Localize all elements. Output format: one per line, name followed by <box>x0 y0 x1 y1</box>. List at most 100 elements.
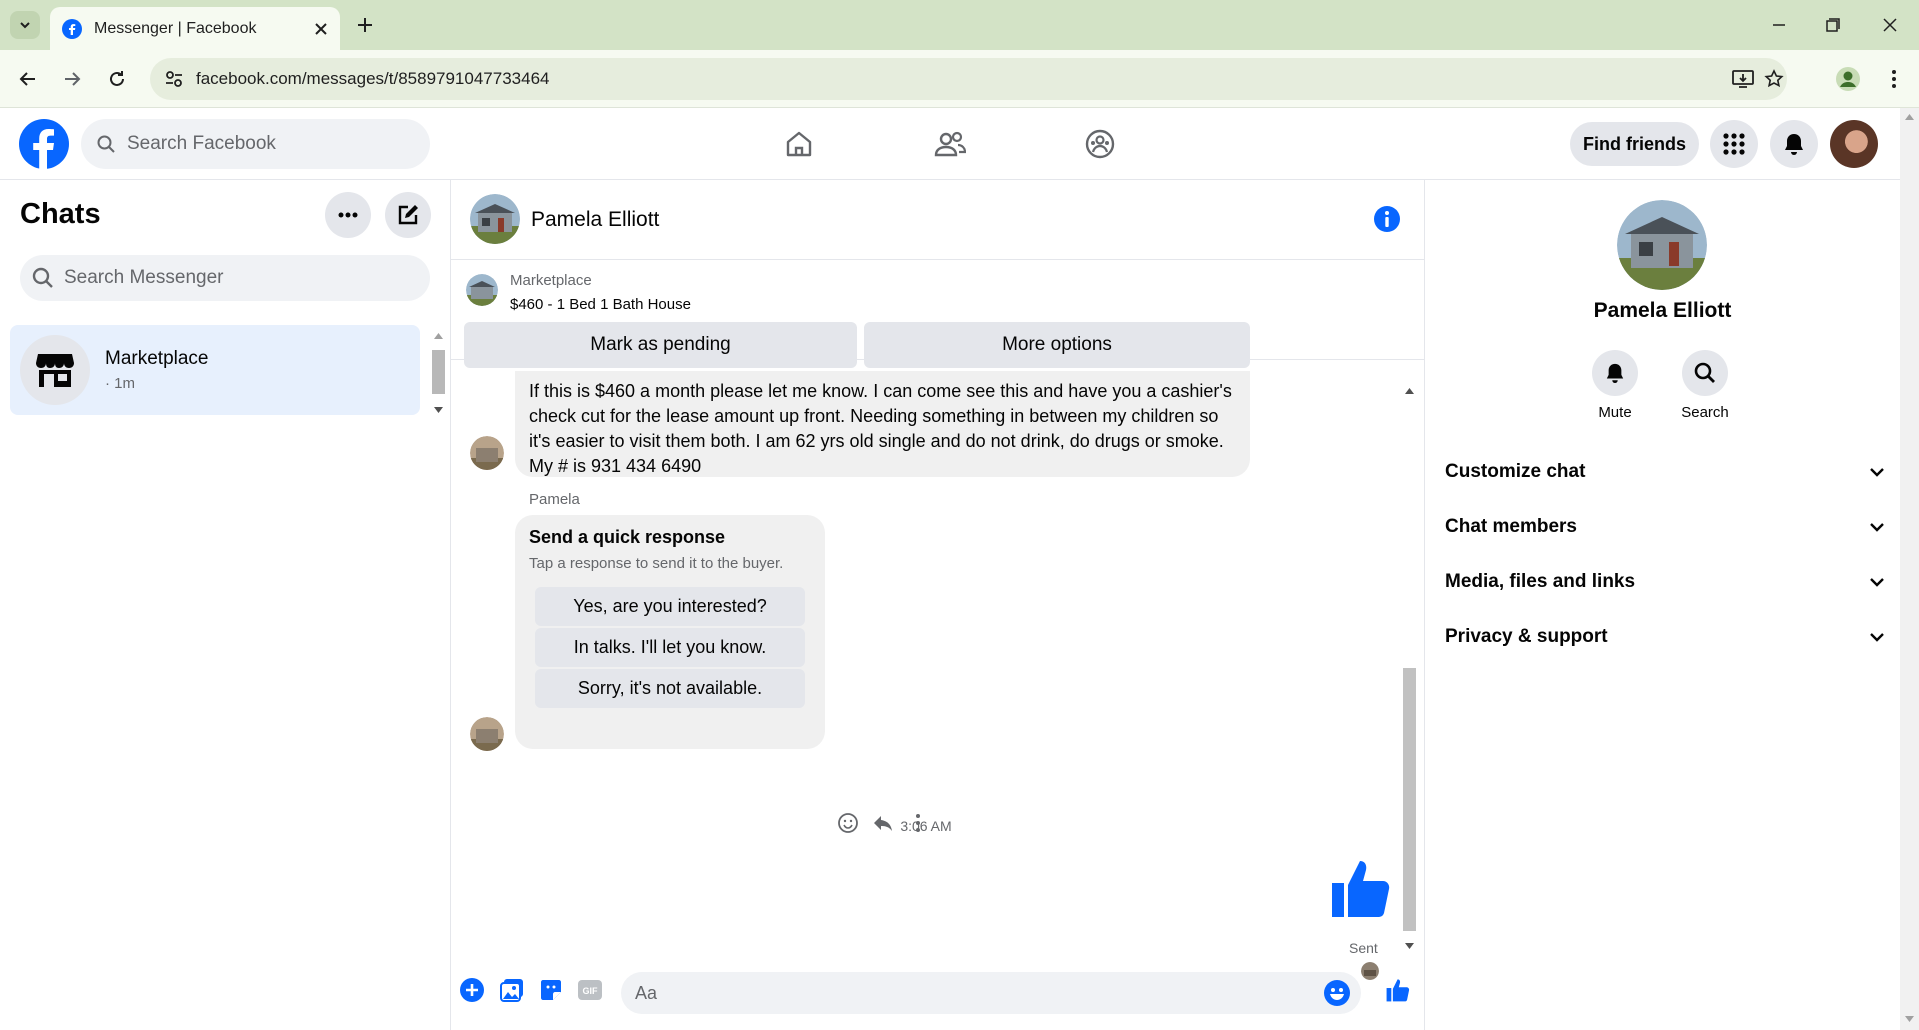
facebook-search-input[interactable]: Search Facebook <box>81 119 430 169</box>
sender-name: Pamela <box>529 491 580 508</box>
scroll-up-arrow-icon[interactable] <box>1405 388 1414 394</box>
tab-search-button[interactable] <box>10 11 40 39</box>
conversation-info-panel: Pamela Elliott Mute Search Customize cha… <box>1425 180 1900 1030</box>
restore-button[interactable] <box>1820 12 1846 38</box>
chats-title: Chats <box>20 198 101 230</box>
chats-scrollbar-thumb[interactable] <box>432 350 445 394</box>
browser-tab[interactable]: Messenger | Facebook <box>50 7 340 50</box>
mute-action[interactable]: Mute <box>1575 350 1655 421</box>
message-list: If this is $460 a month please let me kn… <box>451 371 1425 951</box>
contact-profile-avatar[interactable] <box>1617 200 1707 290</box>
info-icon[interactable] <box>1373 205 1401 233</box>
chats-scrollbar[interactable] <box>430 330 447 418</box>
close-tab-icon[interactable] <box>314 22 328 36</box>
menu-button[interactable] <box>1710 120 1758 168</box>
listing-title[interactable]: $460 - 1 Bed 1 Bath House <box>510 296 691 313</box>
chats-panel: Chats Search Messenger Marketplace · 1m <box>0 180 451 1030</box>
more-actions-button[interactable] <box>458 976 486 1004</box>
bookmark-star-icon[interactable] <box>1764 69 1784 89</box>
section-label: Customize chat <box>1445 461 1586 482</box>
chat-item-marketplace[interactable]: Marketplace · 1m <box>10 325 420 415</box>
section-label: Chat members <box>1445 516 1577 537</box>
thumbs-up-sent-icon[interactable] <box>1328 855 1394 921</box>
search-action[interactable]: Search <box>1665 350 1745 421</box>
forward-button[interactable] <box>58 65 86 93</box>
facebook-header: Search Facebook Find friends <box>0 108 1900 180</box>
search-in-conversation-button[interactable] <box>1682 350 1728 396</box>
close-window-button[interactable] <box>1877 12 1903 38</box>
quick-response-card: Send a quick response Tap a response to … <box>515 515 825 749</box>
friends-icon <box>934 131 966 157</box>
quick-response-option[interactable]: Yes, are you interested? <box>535 587 805 626</box>
conversation-scrollbar[interactable] <box>1401 383 1418 955</box>
scroll-down-arrow-icon[interactable] <box>434 407 443 413</box>
quick-response-option[interactable]: Sorry, it's not available. <box>535 669 805 708</box>
kebab-menu-icon <box>1892 70 1896 88</box>
quick-response-option[interactable]: In talks. I'll let you know. <box>535 628 805 667</box>
groups-nav[interactable] <box>1080 124 1120 164</box>
chevron-down-icon <box>20 22 30 29</box>
new-message-button[interactable] <box>385 192 431 238</box>
contact-avatar[interactable] <box>470 194 520 244</box>
attach-photo-button[interactable] <box>498 976 526 1004</box>
media-files-links-row[interactable]: Media, files and links <box>1445 562 1885 602</box>
address-bar[interactable]: facebook.com/messages/t/8589791047733464 <box>150 58 1787 100</box>
scroll-down-arrow-icon[interactable] <box>1405 943 1414 949</box>
sticker-button[interactable] <box>537 976 565 1004</box>
profile-button[interactable] <box>1834 65 1862 93</box>
send-like-button[interactable] <box>1384 976 1412 1004</box>
browser-menu-button[interactable] <box>1880 65 1908 93</box>
mute-button[interactable] <box>1592 350 1638 396</box>
conversation-panel: Pamela Elliott Marketplace $460 - 1 Bed … <box>451 180 1425 1030</box>
page-scrollbar[interactable] <box>1900 108 1919 1030</box>
reload-button[interactable] <box>103 65 131 93</box>
facebook-search-placeholder: Search Facebook <box>127 133 276 154</box>
plus-icon <box>358 18 372 32</box>
friends-nav[interactable] <box>930 124 970 164</box>
mark-as-pending-button[interactable]: Mark as pending <box>464 322 857 368</box>
section-label: Privacy & support <box>1445 626 1608 647</box>
home-icon <box>786 131 812 157</box>
thumbs-up-icon <box>1386 979 1410 1002</box>
install-app-icon[interactable] <box>1732 69 1754 89</box>
site-settings-icon[interactable] <box>164 69 184 89</box>
conversation-scrollbar-thumb[interactable] <box>1403 668 1416 931</box>
minimize-button[interactable] <box>1766 12 1792 38</box>
scroll-up-arrow-icon[interactable] <box>1905 114 1914 120</box>
facebook-favicon-icon <box>62 18 82 39</box>
gif-icon: GIF <box>578 980 602 1000</box>
chat-item-time: · 1m <box>105 375 135 392</box>
back-button[interactable] <box>14 65 42 93</box>
customize-chat-row[interactable]: Customize chat <box>1445 452 1885 492</box>
listing-thumbnail[interactable] <box>466 274 498 306</box>
listing-source: Marketplace <box>510 272 592 289</box>
scroll-up-arrow-icon[interactable] <box>434 333 443 339</box>
contact-name[interactable]: Pamela Elliott <box>531 208 659 232</box>
search-icon <box>97 135 115 153</box>
facebook-logo-icon[interactable] <box>19 119 69 169</box>
new-tab-button[interactable] <box>352 12 378 38</box>
conversation-header: Pamela Elliott <box>451 180 1425 260</box>
chat-members-row[interactable]: Chat members <box>1445 507 1885 547</box>
groups-icon <box>1085 129 1115 159</box>
section-label: Media, files and links <box>1445 571 1636 592</box>
sender-avatar <box>470 436 504 470</box>
chevron-down-icon <box>1870 578 1884 587</box>
more-options-button[interactable]: More options <box>864 322 1250 368</box>
bell-icon <box>1785 134 1803 155</box>
message-input[interactable]: Aa <box>621 972 1361 1014</box>
find-friends-button[interactable]: Find friends <box>1570 122 1699 166</box>
message-input-placeholder: Aa <box>635 982 658 1003</box>
home-nav[interactable] <box>779 124 819 164</box>
gif-button[interactable]: GIF <box>576 976 604 1004</box>
search-label: Search <box>1681 404 1729 421</box>
scroll-down-arrow-icon[interactable] <box>1905 1016 1914 1022</box>
emoji-icon[interactable] <box>1323 979 1351 1007</box>
account-avatar[interactable] <box>1830 120 1878 168</box>
privacy-support-row[interactable]: Privacy & support <box>1445 617 1885 657</box>
notifications-button[interactable] <box>1770 120 1818 168</box>
incoming-message[interactable]: If this is $460 a month please let me kn… <box>515 371 1250 477</box>
messenger-search-input[interactable]: Search Messenger <box>20 255 430 301</box>
photo-icon <box>500 979 523 1002</box>
chats-options-button[interactable] <box>325 192 371 238</box>
